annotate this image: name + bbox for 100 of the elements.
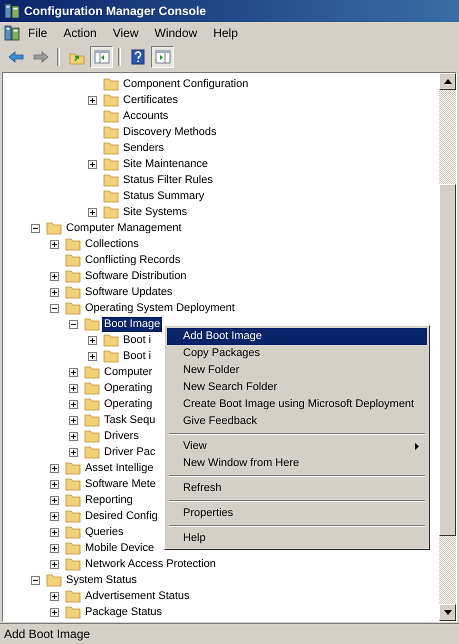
- scroll-down-button[interactable]: [439, 604, 456, 621]
- tree-item[interactable]: Operating System Deployment: [83, 300, 237, 316]
- tree-item[interactable]: Site Systems: [121, 204, 190, 220]
- expand-icon[interactable]: [50, 464, 59, 472]
- menu-item[interactable]: Properties: [167, 505, 427, 522]
- tree-item[interactable]: Status Filter Rules: [121, 172, 215, 188]
- tree-item[interactable]: Advertisement Status: [83, 588, 192, 604]
- expand-icon[interactable]: [50, 240, 59, 248]
- tree-item[interactable]: Network Access Protection: [83, 556, 218, 572]
- scroll-up-button[interactable]: [439, 73, 456, 90]
- action-pane-button[interactable]: [151, 46, 174, 68]
- down-arrow-icon: [444, 610, 452, 615]
- expand-icon[interactable]: [88, 96, 97, 104]
- expand-icon[interactable]: [50, 560, 59, 568]
- folder-icon: [84, 412, 100, 428]
- folder-icon: [65, 492, 81, 508]
- expand-icon[interactable]: [50, 480, 59, 488]
- tree-item[interactable]: Conflicting Records: [83, 252, 182, 268]
- folder-icon: [65, 476, 81, 492]
- tree-item[interactable]: Site Maintenance: [121, 156, 210, 172]
- tree-item[interactable]: Boot i: [121, 348, 154, 364]
- expand-icon[interactable]: [69, 368, 78, 376]
- tree-item[interactable]: Reporting: [83, 492, 135, 508]
- tree-item[interactable]: Accounts: [121, 108, 170, 124]
- menu-item[interactable]: View: [104, 24, 146, 42]
- tree-item[interactable]: Desired Config: [83, 508, 160, 524]
- tree-item[interactable]: Status Summary: [121, 188, 206, 204]
- tree-item[interactable]: Package Status: [83, 604, 164, 620]
- tree-item[interactable]: Driver Pac: [102, 444, 158, 460]
- tree-item[interactable]: Software Mete: [83, 476, 158, 492]
- tree-item[interactable]: Component Configuration: [121, 76, 250, 92]
- menu-item[interactable]: Add Boot Image: [167, 328, 427, 345]
- folder-icon: [65, 604, 81, 620]
- tree-item[interactable]: Queries: [83, 524, 126, 540]
- tree-item[interactable]: Collections: [83, 236, 141, 252]
- tree-item[interactable]: Task Sequ: [102, 412, 158, 428]
- folder-icon: [65, 460, 81, 476]
- tree-item[interactable]: Computer: [102, 364, 154, 380]
- tree-item[interactable]: Asset Intellige: [83, 460, 156, 476]
- tree-item[interactable]: Operating: [102, 396, 154, 412]
- menu-item[interactable]: New Search Folder: [167, 379, 427, 396]
- tree-item[interactable]: Boot i: [121, 332, 154, 348]
- tree-item[interactable]: Software Updates: [83, 284, 174, 300]
- folder-icon: [46, 220, 62, 236]
- expand-icon[interactable]: [69, 432, 78, 440]
- menu-item[interactable]: File: [20, 24, 56, 42]
- pane-icon: [94, 49, 110, 65]
- expand-icon[interactable]: [88, 352, 97, 360]
- menu-item[interactable]: New Window from Here: [167, 455, 427, 472]
- menu-item[interactable]: Give Feedback: [167, 413, 427, 430]
- expand-icon[interactable]: [50, 528, 59, 536]
- expand-icon[interactable]: [69, 400, 78, 408]
- folder-icon: [84, 364, 100, 380]
- pane-icon: [154, 49, 170, 65]
- back-arrow-icon: [8, 49, 24, 65]
- console-tree-button[interactable]: [90, 46, 113, 68]
- menu-item[interactable]: Copy Packages: [167, 345, 427, 362]
- menu-item[interactable]: New Folder: [167, 362, 427, 379]
- tree-item[interactable]: Certificates: [121, 92, 180, 108]
- folder-icon: [103, 172, 119, 188]
- tree-item[interactable]: Boot Image: [102, 316, 162, 332]
- tree-item[interactable]: Drivers: [102, 428, 141, 444]
- expand-icon[interactable]: [69, 384, 78, 392]
- tree-item[interactable]: Operating: [102, 380, 154, 396]
- expand-icon[interactable]: [50, 288, 59, 296]
- expand-icon[interactable]: [69, 416, 78, 424]
- tree-item[interactable]: System Status: [64, 572, 139, 588]
- tree-item[interactable]: Discovery Methods: [121, 124, 219, 140]
- folder-icon: [65, 284, 81, 300]
- tree-item[interactable]: Mobile Device: [83, 540, 156, 556]
- collapse-icon[interactable]: [31, 224, 40, 232]
- scrollbar[interactable]: [439, 73, 456, 621]
- folder-icon: [103, 76, 119, 92]
- folder-icon: [84, 444, 100, 460]
- menu-item[interactable]: Action: [55, 24, 105, 42]
- expand-icon[interactable]: [88, 208, 97, 216]
- collapse-icon[interactable]: [31, 576, 40, 584]
- expand-icon[interactable]: [88, 160, 97, 168]
- tree-item[interactable]: Computer Management: [64, 220, 184, 236]
- expand-icon[interactable]: [50, 272, 59, 280]
- expand-icon[interactable]: [50, 496, 59, 504]
- menu-item[interactable]: View: [167, 438, 427, 455]
- menu-item[interactable]: Create Boot Image using Microsoft Deployment: [167, 396, 427, 413]
- expand-icon[interactable]: [50, 608, 59, 616]
- menu-item[interactable]: Help: [205, 24, 246, 42]
- expand-icon[interactable]: [50, 544, 59, 552]
- expand-icon[interactable]: [50, 512, 59, 520]
- folder-icon: [103, 156, 119, 172]
- collapse-icon[interactable]: [50, 304, 59, 312]
- tree-item[interactable]: Software Distribution: [83, 268, 188, 284]
- scroll-thumb[interactable]: [439, 184, 456, 536]
- forward-arrow-icon: [32, 49, 48, 65]
- menu-item[interactable]: Help: [167, 530, 427, 547]
- expand-icon[interactable]: [88, 336, 97, 344]
- menu-item[interactable]: Refresh: [167, 480, 427, 497]
- expand-icon[interactable]: [69, 448, 78, 456]
- expand-icon[interactable]: [50, 592, 59, 600]
- tree-item[interactable]: Senders: [121, 140, 166, 156]
- menu-item[interactable]: Window: [146, 24, 206, 42]
- collapse-icon[interactable]: [69, 320, 78, 328]
